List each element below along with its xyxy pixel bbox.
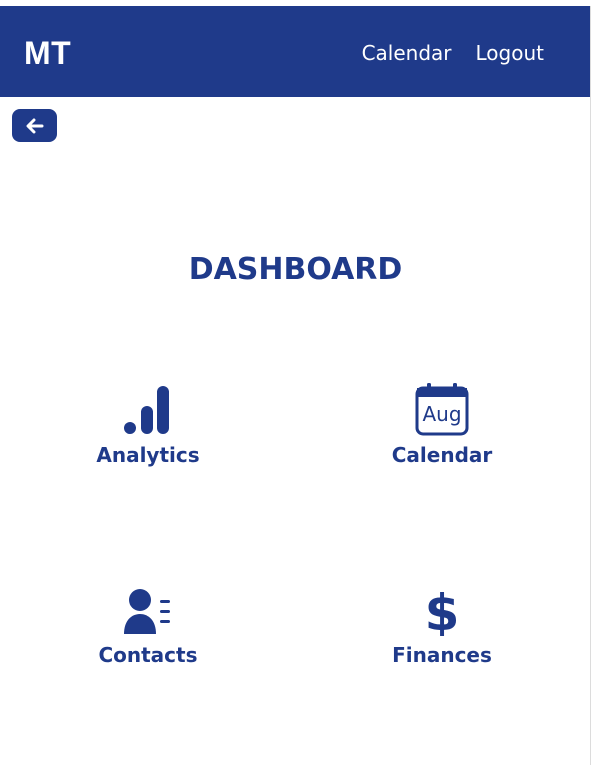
tile-analytics[interactable]: Analytics xyxy=(48,380,248,480)
tile-label-contacts: Contacts xyxy=(98,643,198,667)
calendar-icon: Aug xyxy=(412,380,472,436)
tile-finances[interactable]: $ Finances xyxy=(342,580,542,680)
contacts-icon xyxy=(118,580,178,636)
calendar-icon-text: Aug xyxy=(422,402,461,426)
arrow-left-icon xyxy=(26,118,43,133)
tile-label-calendar: Calendar xyxy=(391,443,493,467)
tile-label-finances: Finances xyxy=(392,643,492,667)
dollar-icon-glyph: $ xyxy=(425,584,460,636)
brand-logo[interactable]: MT xyxy=(24,34,71,72)
nav-link-logout[interactable]: Logout xyxy=(476,40,544,66)
nav-link-calendar[interactable]: Calendar xyxy=(362,40,452,66)
navbar: MT Calendar Logout xyxy=(0,6,590,97)
page: MT Calendar Logout DASHBOARD Analytics A… xyxy=(0,0,591,765)
back-button[interactable] xyxy=(12,109,57,142)
bar-chart-icon xyxy=(118,380,178,436)
tile-contacts[interactable]: Contacts xyxy=(48,580,248,680)
tile-label-analytics: Analytics xyxy=(96,443,200,467)
page-title: DASHBOARD xyxy=(188,252,403,287)
dollar-icon: $ xyxy=(412,580,472,636)
tile-calendar[interactable]: Aug Calendar xyxy=(342,380,542,480)
nav-links: Calendar Logout xyxy=(362,40,544,66)
